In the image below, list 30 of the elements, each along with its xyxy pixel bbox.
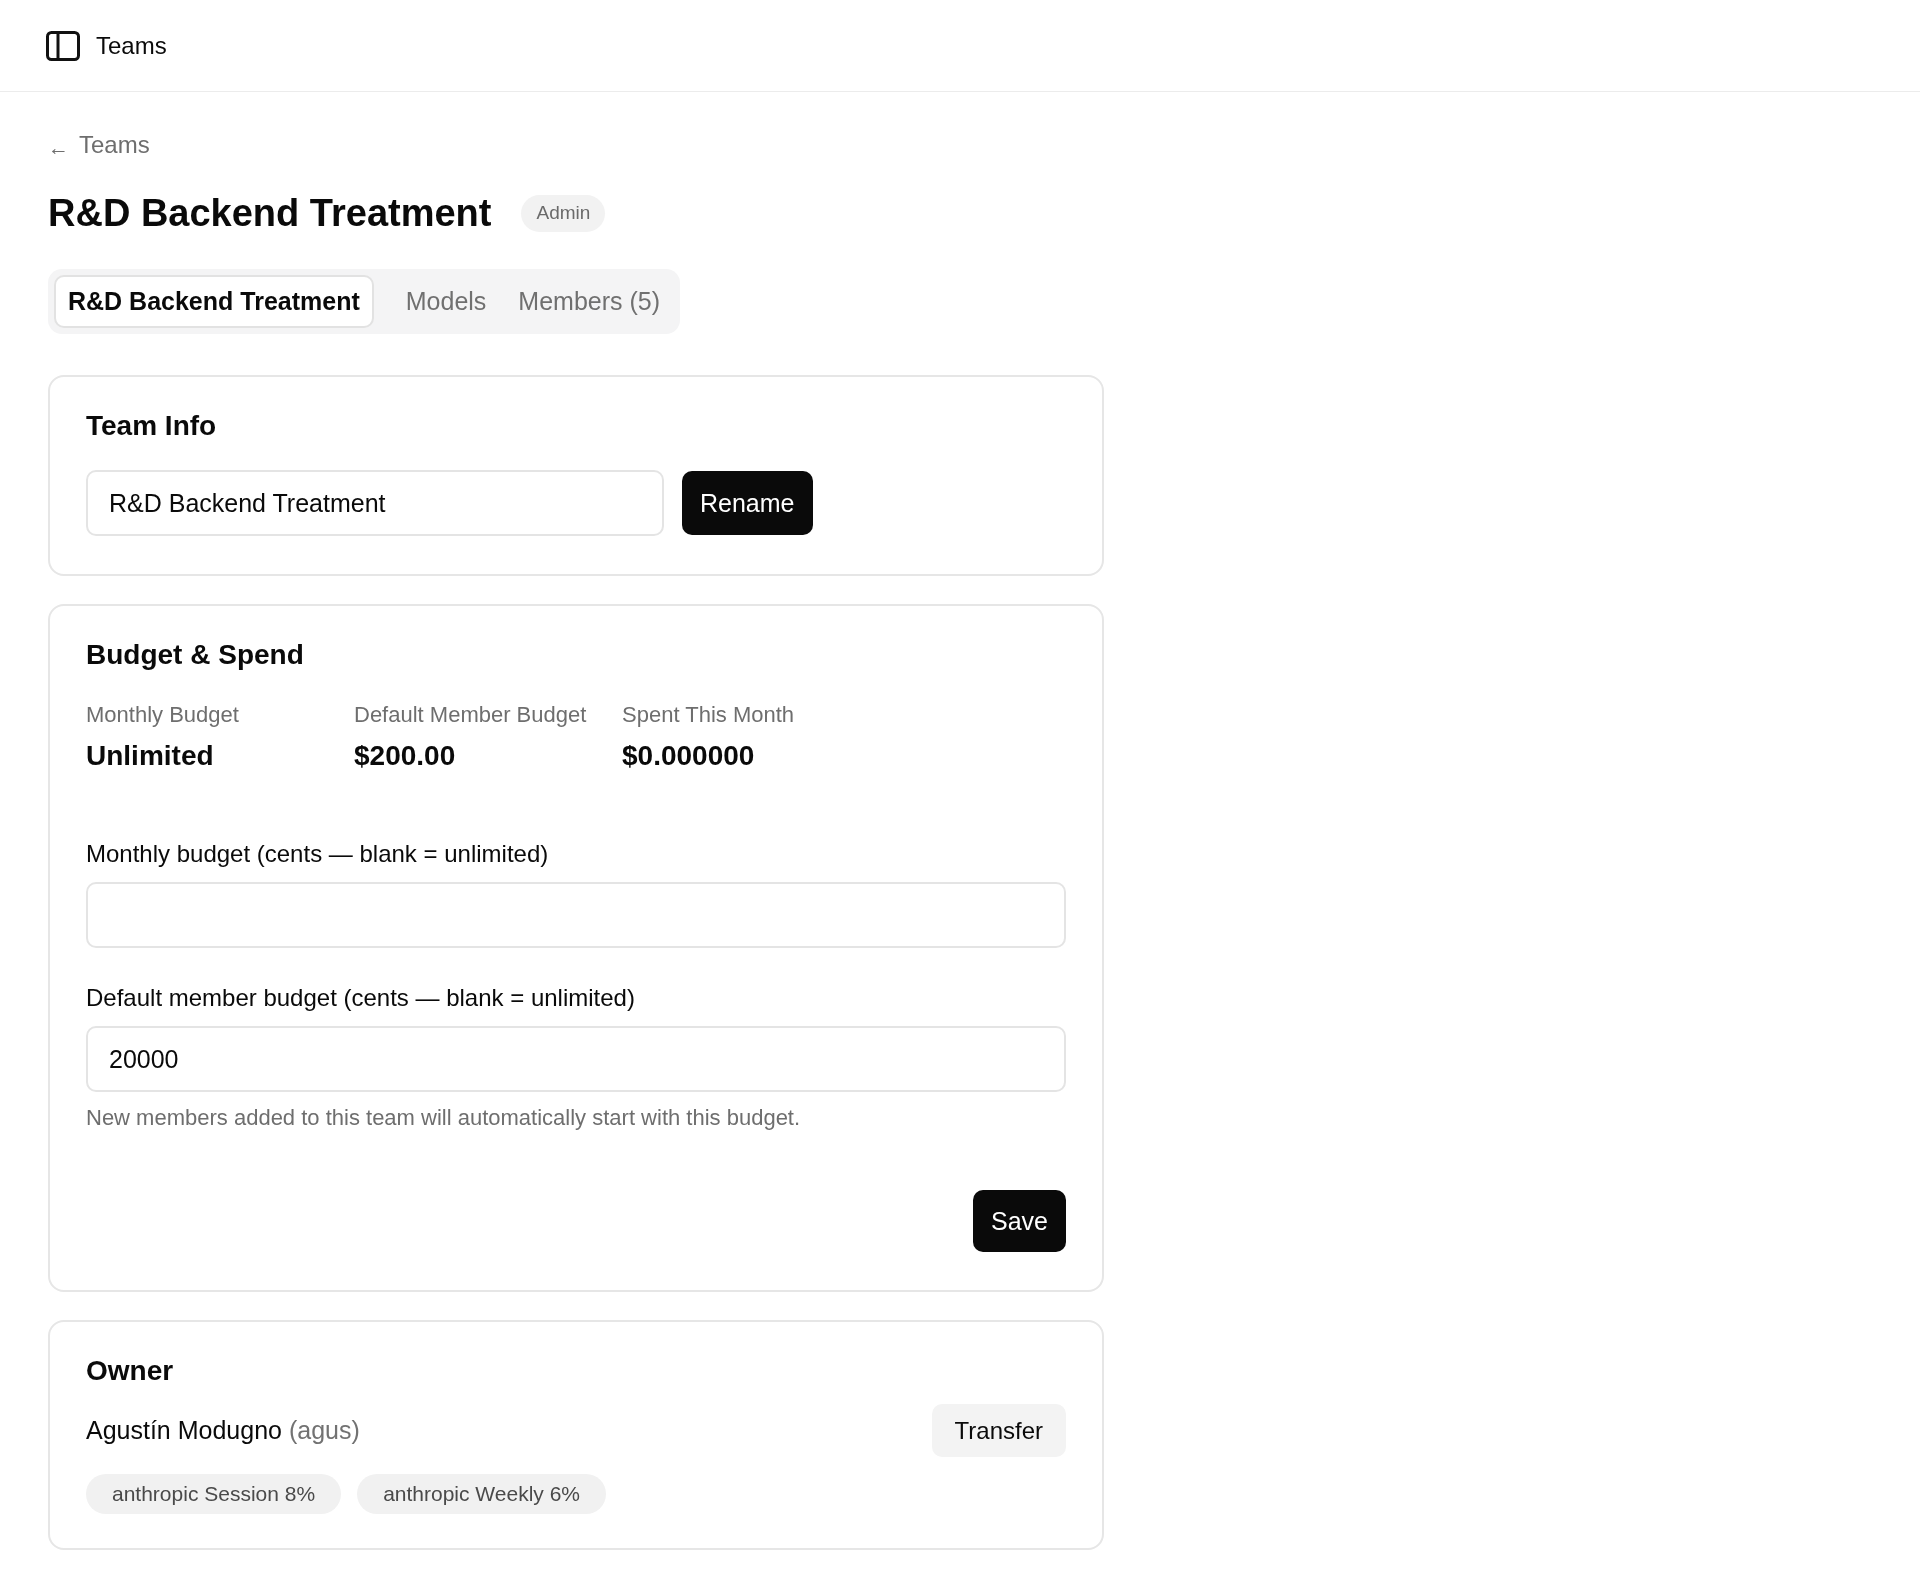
- stat-value: $200.00: [354, 739, 456, 773]
- card-title: Team Info: [86, 409, 217, 443]
- stat-value: Unlimited: [86, 739, 214, 773]
- tab[interactable]: Models: [391, 275, 501, 328]
- field-hint: New members added to this team will automatically start with this budget.: [86, 1104, 801, 1132]
- usage-chip: anthropic Session 8%: [86, 1474, 342, 1514]
- field-label: Default member budget (cents — blank = unlimited): [86, 983, 635, 1013]
- stat-value: $0.000000: [622, 739, 755, 773]
- usage-chip: anthropic Weekly 6%: [357, 1474, 606, 1514]
- stat-label: Default Member Budget: [354, 701, 587, 729]
- stat-label: Monthly Budget: [86, 701, 239, 729]
- tab[interactable]: Members (5): [504, 275, 675, 328]
- save-button[interactable]: Save: [973, 1190, 1066, 1252]
- owner-name: Agustín Modugno: [86, 1416, 282, 1445]
- transfer-button[interactable]: Transfer: [931, 1404, 1066, 1457]
- card-title: Owner: [86, 1354, 174, 1388]
- team-name-input[interactable]: R&D Backend Treatment: [86, 470, 664, 536]
- header-title: Teams: [96, 31, 167, 60]
- rename-button[interactable]: Rename: [682, 471, 813, 535]
- stat-label: Spent This Month: [622, 701, 795, 729]
- field-label: Monthly budget (cents — blank = unlimited): [86, 839, 549, 869]
- back-link[interactable]: ← Teams: [48, 130, 150, 160]
- budget-input[interactable]: 20000: [86, 1026, 1066, 1092]
- owner-username: (agus): [289, 1416, 360, 1445]
- tab[interactable]: R&D Backend Treatment: [54, 275, 374, 328]
- card-title: Budget & Spend: [86, 638, 304, 672]
- budget-input[interactable]: [86, 882, 1066, 948]
- sidebar-toggle-icon[interactable]: [46, 30, 80, 61]
- page-title: R&D Backend Treatment: [48, 191, 492, 236]
- role-badge: Admin: [521, 194, 606, 232]
